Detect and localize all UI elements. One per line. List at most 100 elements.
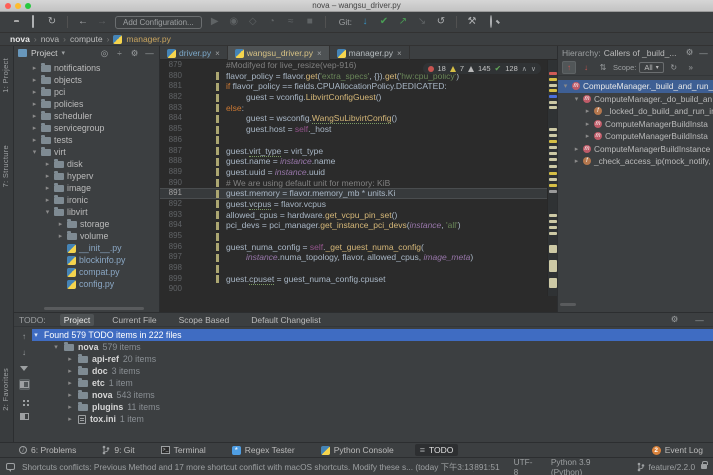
project-tree-item[interactable]: ▾virt bbox=[14, 146, 159, 158]
todo-tree-item[interactable]: ▸nova543 items bbox=[32, 389, 713, 401]
stripe-mark[interactable] bbox=[549, 95, 557, 98]
project-tree-item[interactable]: ▸image bbox=[14, 182, 159, 194]
sort-alphabetically-icon[interactable]: ⇅ bbox=[596, 61, 610, 74]
locate-file-icon[interactable]: ◎ bbox=[99, 48, 110, 59]
code-line[interactable]: 888guest.name = instance.name bbox=[160, 156, 557, 167]
preview-source-icon[interactable] bbox=[19, 379, 30, 390]
tree-chevron-icon[interactable]: ▸ bbox=[584, 107, 591, 115]
code-line[interactable]: 899guest.cpuset = guest_numa_config.cpus… bbox=[160, 274, 557, 285]
debug-icon[interactable]: ◉ bbox=[228, 16, 240, 28]
code-line[interactable]: 893allowed_cpus = hardware.get_vcpu_pin_… bbox=[160, 210, 557, 221]
profiler-icon[interactable]: ◔ bbox=[266, 16, 278, 28]
back-icon[interactable]: ← bbox=[77, 16, 89, 28]
tool-button-project[interactable]: 1: Project bbox=[1, 58, 10, 93]
prev-problem-icon[interactable]: ∧ bbox=[522, 65, 527, 73]
project-tree-item[interactable]: ▸storage bbox=[14, 218, 159, 230]
close-tab-icon[interactable]: × bbox=[317, 49, 322, 58]
project-horizontal-scrollbar[interactable] bbox=[44, 307, 144, 310]
tree-chevron-icon[interactable]: ▸ bbox=[44, 172, 51, 180]
hierarchy-tree-item[interactable]: ▸mComputeManagerBuildInstance bbox=[558, 143, 713, 156]
stripe-mark[interactable] bbox=[549, 134, 557, 137]
save-icon[interactable] bbox=[27, 16, 39, 28]
next-problem-icon[interactable]: ∨ bbox=[531, 65, 536, 73]
todo-tree-item[interactable]: ▸plugins11 items bbox=[32, 401, 713, 413]
stripe-mark[interactable] bbox=[549, 232, 557, 235]
search-icon[interactable] bbox=[485, 16, 497, 28]
gear-icon[interactable]: ⚙ bbox=[129, 48, 140, 59]
breadcrumb-item[interactable]: nova bbox=[10, 34, 30, 44]
error-stripe[interactable] bbox=[547, 60, 557, 296]
project-tree-item[interactable]: ▸objects bbox=[14, 74, 159, 86]
code-line[interactable]: 885guest.host = self._host bbox=[160, 124, 557, 135]
tab-default-changelist[interactable]: Default Changelist bbox=[247, 314, 324, 326]
more-icon[interactable]: » bbox=[684, 61, 698, 74]
project-tree-item[interactable]: config.py bbox=[14, 278, 159, 290]
hierarchy-tree-item[interactable]: ▸mComputeManagerBuildInsta bbox=[558, 130, 713, 143]
group-by-icon[interactable] bbox=[19, 395, 30, 406]
hierarchy-tree-item[interactable]: ▾mComputeManager._build_and_run_ bbox=[558, 80, 713, 93]
run-icon[interactable]: ▶ bbox=[209, 16, 221, 28]
stripe-mark[interactable] bbox=[549, 190, 557, 193]
gear-icon[interactable]: ⚙ bbox=[669, 314, 680, 325]
editor-tab[interactable]: driver.py× bbox=[160, 46, 228, 60]
python-interpreter[interactable]: Python 3.9 (Python) bbox=[551, 457, 624, 475]
tree-chevron-icon[interactable]: ▸ bbox=[66, 355, 74, 363]
stripe-mark[interactable] bbox=[549, 245, 557, 253]
filter-icon[interactable] bbox=[19, 363, 30, 374]
hierarchy-horizontal-scrollbar[interactable] bbox=[560, 303, 576, 306]
stripe-mark[interactable] bbox=[549, 220, 557, 223]
git-update-icon[interactable]: ↓ bbox=[359, 16, 371, 28]
code-line[interactable]: 891guest.memory = flavor.memory_mb * uni… bbox=[160, 188, 557, 199]
code-line[interactable]: 881if flavor_policy == fields.CPUAllocat… bbox=[160, 81, 557, 92]
tree-chevron-icon[interactable]: ▸ bbox=[31, 100, 38, 108]
tree-chevron-icon[interactable]: ▸ bbox=[31, 124, 38, 132]
tool-window-button-regex[interactable]: *Regex Tester bbox=[227, 444, 300, 456]
status-message[interactable]: Shortcuts conflicts: Previous Method and… bbox=[22, 461, 474, 473]
tree-chevron-icon[interactable]: ▾ bbox=[573, 95, 580, 103]
sync-icon[interactable]: ↻ bbox=[46, 16, 58, 28]
project-panel-title[interactable]: Project bbox=[31, 48, 57, 58]
project-tree-item[interactable]: ▸hyperv bbox=[14, 170, 159, 182]
stripe-mark[interactable] bbox=[549, 178, 557, 181]
todo-tree-item[interactable]: ▸api-ref20 items bbox=[32, 353, 713, 365]
project-tree-item[interactable]: __init__.py bbox=[14, 242, 159, 254]
tree-chevron-icon[interactable]: ▸ bbox=[31, 88, 38, 96]
concurrency-icon[interactable]: ≈ bbox=[285, 16, 297, 28]
file-encoding[interactable]: UTF-8 bbox=[514, 457, 537, 475]
title-bar[interactable]: nova – wangsu_driver.py bbox=[0, 0, 713, 12]
code-line[interactable]: 895 bbox=[160, 231, 557, 242]
tree-chevron-icon[interactable]: ▸ bbox=[31, 76, 38, 84]
layout-icon[interactable] bbox=[19, 411, 30, 422]
tree-chevron-icon[interactable]: ▸ bbox=[44, 184, 51, 192]
hide-panel-icon[interactable]: — bbox=[694, 315, 705, 325]
breadcrumb-item[interactable]: manager.py bbox=[126, 34, 170, 44]
tree-chevron-icon[interactable]: ▸ bbox=[44, 196, 51, 204]
hide-panel-icon[interactable]: — bbox=[144, 48, 155, 58]
tab-project[interactable]: Project bbox=[60, 314, 94, 326]
code-line[interactable]: 882guest = vconfig.LibvirtConfigGuest() bbox=[160, 92, 557, 103]
editor-tab[interactable]: wangsu_driver.py× bbox=[228, 46, 330, 60]
tree-chevron-icon[interactable]: ▸ bbox=[66, 367, 74, 375]
stripe-mark[interactable] bbox=[549, 260, 557, 272]
stripe-mark[interactable] bbox=[549, 214, 557, 217]
tool-window-button-python[interactable]: Python Console bbox=[316, 444, 399, 456]
code-line[interactable]: 892guest.vcpus = flavor.vcpus bbox=[160, 199, 557, 210]
stripe-mark[interactable] bbox=[549, 106, 557, 109]
tree-chevron-icon[interactable]: ▸ bbox=[31, 112, 38, 120]
previous-todo-icon[interactable]: ↑ bbox=[19, 331, 30, 342]
tree-chevron-icon[interactable]: ▸ bbox=[573, 157, 580, 165]
tree-chevron-icon[interactable]: ▸ bbox=[31, 64, 38, 72]
stripe-mark[interactable] bbox=[549, 146, 557, 149]
coverage-icon[interactable]: ◇ bbox=[247, 16, 259, 28]
next-todo-icon[interactable]: ↓ bbox=[19, 347, 30, 358]
project-tree-item[interactable]: ▸tests bbox=[14, 134, 159, 146]
editor-tab[interactable]: manager.py× bbox=[330, 46, 410, 60]
caller-hierarchy-icon[interactable]: ↑ bbox=[562, 61, 576, 74]
history-icon[interactable]: ↺ bbox=[435, 16, 447, 28]
todo-tree-item[interactable]: ▸doc3 items bbox=[32, 365, 713, 377]
todo-tree-item[interactable]: ▾nova579 items bbox=[32, 341, 713, 353]
tool-window-button-todo[interactable]: ≡TODO bbox=[415, 444, 459, 456]
stripe-mark[interactable] bbox=[549, 278, 557, 288]
project-tree-item[interactable]: ▸ironic bbox=[14, 194, 159, 206]
chevron-down-icon[interactable]: ▾ bbox=[61, 49, 65, 57]
